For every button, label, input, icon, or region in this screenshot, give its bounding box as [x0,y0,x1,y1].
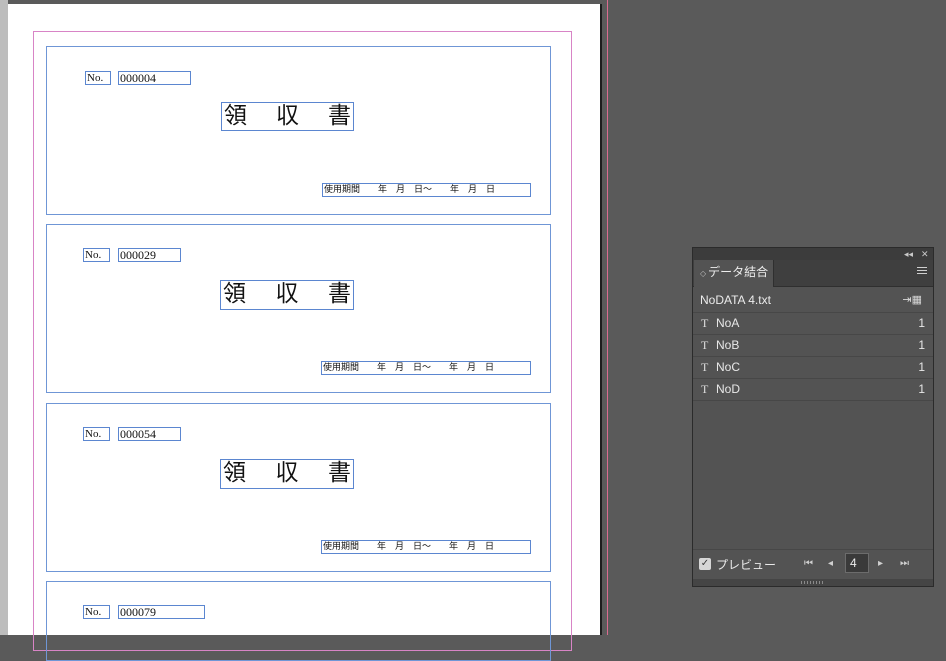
tab-label: データ結合 [708,265,769,279]
previous-record-icon[interactable]: ◂ [828,556,833,572]
last-record-icon[interactable]: ⏭ [900,556,909,572]
usage-period-frame[interactable]: 使用期間 年 月 日～ 年 月 日 [321,540,531,554]
receipt-number-field[interactable]: 000079 [118,605,205,619]
field-name: NoA [716,316,740,330]
field-row-noc[interactable]: T NoC 1 [693,357,933,379]
no-label-frame[interactable]: No. [85,71,111,85]
preview-checkbox[interactable]: ✓ [699,558,711,570]
no-label-frame[interactable]: No. [83,427,110,441]
field-list: T NoA 1 T NoB 1 T NoC 1 T NoD 1 [693,313,933,401]
title-char: 収 [275,460,299,485]
tab-data-merge[interactable]: ◇ データ結合 [694,260,774,287]
preview-label: プレビュー [716,558,777,572]
receipt-frame[interactable]: No. 000029 領 収 書 使用期間 年 月 日～ 年 月 日 [46,224,551,393]
field-row-nob[interactable]: T NoB 1 [693,335,933,357]
title-char: 収 [275,281,299,306]
text-field-icon: T [701,338,709,352]
document-page: No. 000004 領 収 書 使用期間 年 月 日～ 年 月 日 No. 0… [8,4,600,661]
hamburger-menu-icon[interactable] [917,267,927,276]
field-value: 1 [918,382,925,396]
double-chevron-left-icon[interactable]: ◂◂ [904,248,913,260]
receipt-frame[interactable]: No. 000054 領 収 書 使用期間 年 月 日～ 年 月 日 [46,403,551,572]
field-name: NoD [716,382,741,396]
text-field-icon: T [701,360,709,374]
pasteboard-strip [0,0,8,635]
receipt-number-field[interactable]: 000029 [118,248,181,262]
field-value: 1 [918,338,925,352]
first-record-icon[interactable]: ⏮ [804,556,813,572]
data-merge-panel: ◂◂ ✕ ◇ データ結合 NoDATA 4.txt ⇥▦ T NoA 1 T No… [692,247,934,587]
close-icon[interactable]: ✕ [921,248,929,260]
receipt-frame[interactable]: No. 000004 領 収 書 使用期間 年 月 日～ 年 月 日 [46,46,551,215]
no-label-frame[interactable]: No. [83,605,110,619]
data-source-name: NoDATA 4.txt [700,293,771,307]
link-source-icon[interactable]: ⇥▦ [902,288,922,312]
receipt-number-field[interactable]: 000004 [118,71,191,85]
record-number-input[interactable]: 4 [845,553,869,573]
next-record-icon[interactable]: ▸ [878,556,883,572]
receipt-number-field[interactable]: 000054 [118,427,181,441]
title-char: 領 [223,460,246,485]
field-value: 1 [918,316,925,330]
bleed-guide [607,0,608,635]
field-row-nod[interactable]: T NoD 1 [693,379,933,401]
title-char: 書 [328,281,351,306]
usage-period-frame[interactable]: 使用期間 年 月 日～ 年 月 日 [322,183,531,197]
field-name: NoC [716,360,741,374]
receipt-title-frame[interactable]: 領 収 書 [221,102,354,131]
panel-resize-grip[interactable] [693,579,933,586]
no-label-frame[interactable]: No. [83,248,110,262]
field-row-noa[interactable]: T NoA 1 [693,313,933,335]
title-char: 収 [276,103,299,128]
tab-expand-icon: ◇ [700,269,707,278]
receipt-title-frame[interactable]: 領 収 書 [220,280,354,310]
receipt-frame[interactable]: No. 000079 [46,581,551,661]
data-source-row[interactable]: NoDATA 4.txt ⇥▦ [693,288,933,313]
panel-footer: ✓ プレビュー ⏮ ◂ 4 ▸ ⏭ [693,549,933,579]
title-char: 書 [328,460,351,485]
panel-titlebar[interactable]: ◂◂ ✕ [693,248,933,260]
text-field-icon: T [701,382,709,396]
text-field-icon: T [701,316,709,330]
title-char: 書 [328,103,351,128]
title-char: 領 [224,103,247,128]
field-value: 1 [918,360,925,374]
panel-tab-bar: ◇ データ結合 [693,260,933,287]
title-char: 領 [223,281,246,306]
receipt-title-frame[interactable]: 領 収 書 [220,459,354,489]
field-name: NoB [716,338,740,352]
usage-period-frame[interactable]: 使用期間 年 月 日～ 年 月 日 [321,361,531,375]
